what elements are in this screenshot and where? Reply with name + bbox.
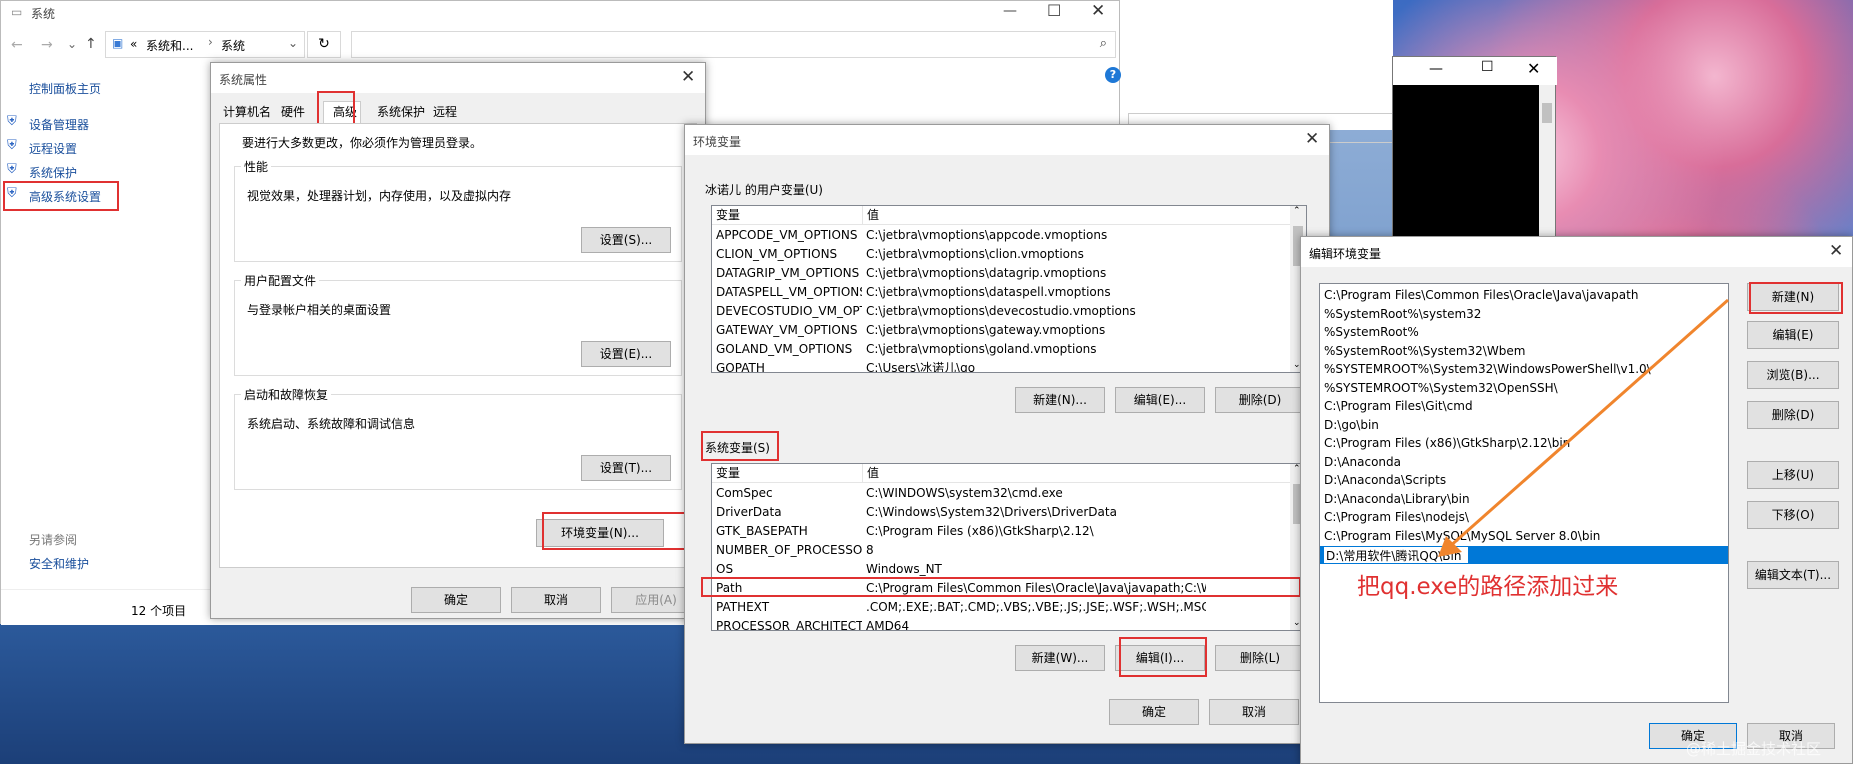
watermark: @稀土掘金技术社区: [1686, 740, 1822, 758]
annotation-arrow: [1438, 298, 1729, 557]
arrow-shaft: [1447, 298, 1729, 550]
